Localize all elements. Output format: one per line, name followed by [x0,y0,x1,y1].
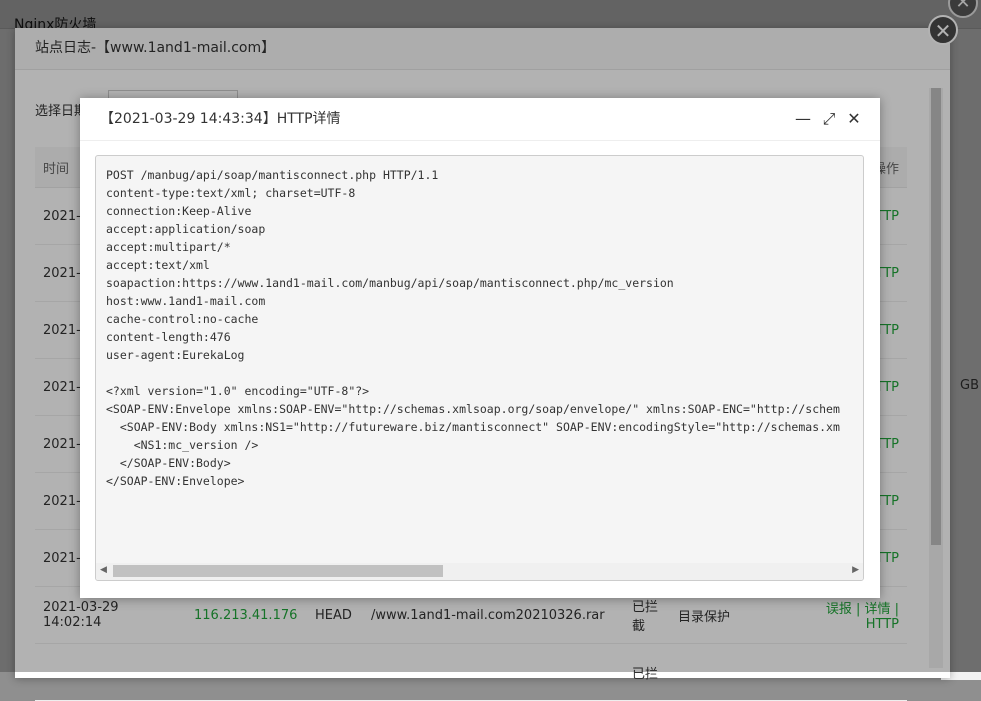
http-detail-header: 【2021-03-29 14:43:34】HTTP详情 — ⤢ ✕ [80,98,880,141]
minimize-icon[interactable]: — [793,98,813,140]
http-request-content: POST /manbug/api/soap/mantisconnect.php … [106,168,840,488]
http-request-box[interactable]: POST /manbug/api/soap/mantisconnect.php … [95,155,864,581]
http-detail-title: 【2021-03-29 14:43:34】HTTP详情 [100,111,341,127]
scroll-right-icon[interactable]: ▶ [852,565,859,575]
horizontal-scrollbar-thumb[interactable] [113,565,443,577]
close-icon[interactable]: ✕ [844,98,864,140]
horizontal-scrollbar[interactable]: ◀ ▶ [96,563,863,580]
maximize-icon[interactable]: ⤢ [819,98,839,140]
http-detail-dialog: 【2021-03-29 14:43:34】HTTP详情 — ⤢ ✕ POST /… [80,98,880,598]
scroll-left-icon[interactable]: ◀ [100,565,107,575]
